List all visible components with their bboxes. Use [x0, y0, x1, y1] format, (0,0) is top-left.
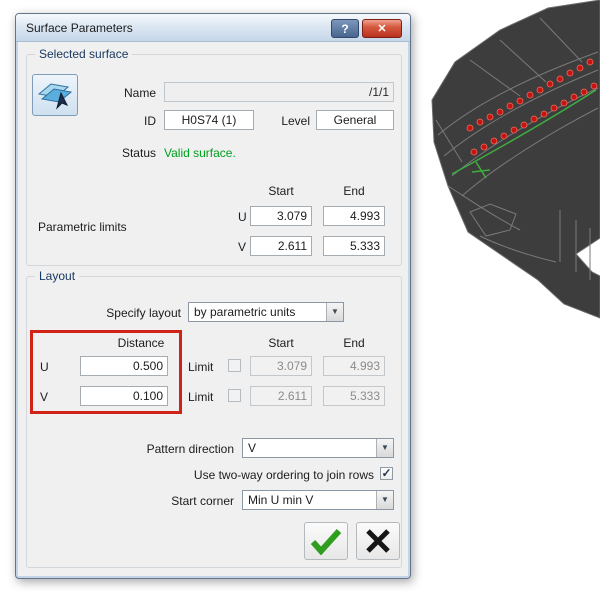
- limits-u-label: U: [238, 210, 247, 224]
- limits-v-label: V: [238, 240, 247, 254]
- layout-start-header: Start: [268, 336, 294, 350]
- pattern-direction-label: Pattern direction: [146, 442, 234, 456]
- close-button[interactable]: ✕: [362, 19, 402, 38]
- level-field[interactable]: General: [316, 110, 394, 130]
- specify-layout-value: by parametric units: [194, 305, 296, 319]
- ok-button[interactable]: [304, 522, 348, 560]
- layout-u-start-field: 3.079: [250, 356, 312, 376]
- cancel-x-icon: [366, 529, 390, 553]
- limit-u-checkbox[interactable]: [228, 359, 241, 372]
- help-button[interactable]: ?: [331, 19, 359, 38]
- id-field[interactable]: H0S74 (1): [164, 110, 254, 130]
- distance-header: Distance: [117, 336, 165, 350]
- name-label: Name: [123, 86, 156, 100]
- limits-end-header: End: [343, 184, 365, 198]
- limits-v-start-field[interactable]: 2.611: [250, 236, 312, 256]
- limits-v-end-field[interactable]: 5.333: [323, 236, 385, 256]
- limits-start-header: Start: [268, 184, 294, 198]
- start-corner-label: Start corner: [171, 494, 234, 508]
- layout-v-start-field: 2.611: [250, 386, 312, 406]
- close-icon: ✕: [377, 22, 387, 35]
- dialog-title: Surface Parameters: [26, 21, 133, 35]
- status-value: Valid surface.: [164, 146, 236, 160]
- parametric-limits-label: Parametric limits: [38, 220, 127, 234]
- limits-u-start-field[interactable]: 3.079: [250, 206, 312, 226]
- specify-layout-label: Specify layout: [106, 306, 181, 320]
- two-way-ordering-label: Use two-way ordering to join rows: [193, 468, 374, 482]
- id-label: ID: [144, 114, 156, 128]
- layout-u-label: U: [40, 360, 49, 374]
- two-way-ordering-checkbox[interactable]: ✓: [380, 467, 393, 480]
- layout-u-end-field: 4.993: [323, 356, 385, 376]
- dialog-titlebar[interactable]: Surface Parameters ? ✕: [16, 14, 410, 42]
- layout-v-label: V: [40, 390, 49, 404]
- v-distance-field[interactable]: 0.100: [80, 386, 168, 406]
- help-icon: ?: [341, 21, 349, 36]
- limit-v-label: Limit: [188, 390, 214, 404]
- ok-check-icon: [310, 528, 342, 555]
- cad-part: [431, 0, 600, 319]
- limit-u-label: Limit: [188, 360, 214, 374]
- limits-u-end-field[interactable]: 4.993: [323, 206, 385, 226]
- pattern-direction-select[interactable]: V ▼: [242, 438, 394, 458]
- u-distance-field[interactable]: 0.500: [80, 356, 168, 376]
- surface-icon: [37, 82, 73, 110]
- start-corner-select[interactable]: Min U min V ▼: [242, 490, 394, 510]
- chevron-down-icon: ▼: [326, 303, 343, 321]
- chevron-down-icon: ▼: [376, 439, 393, 457]
- pattern-direction-value: V: [248, 441, 257, 455]
- selected-surface-group-label: Selected surface: [35, 47, 133, 61]
- layout-v-end-field: 5.333: [323, 386, 385, 406]
- name-field[interactable]: /1/1: [164, 82, 394, 102]
- level-label: Level: [281, 114, 310, 128]
- surface-select-button[interactable]: [32, 74, 78, 116]
- cancel-button[interactable]: [356, 522, 400, 560]
- surface-parameters-dialog: Surface Parameters ? ✕ Selected surface …: [15, 13, 411, 579]
- chevron-down-icon: ▼: [376, 491, 393, 509]
- layout-end-header: End: [343, 336, 365, 350]
- limit-v-checkbox[interactable]: [228, 389, 241, 402]
- specify-layout-select[interactable]: by parametric units ▼: [188, 302, 344, 322]
- layout-group-label: Layout: [35, 269, 80, 283]
- screen: Surface Parameters ? ✕ Selected surface …: [0, 0, 600, 600]
- status-label: Status: [121, 146, 156, 160]
- start-corner-value: Min U min V: [248, 493, 314, 507]
